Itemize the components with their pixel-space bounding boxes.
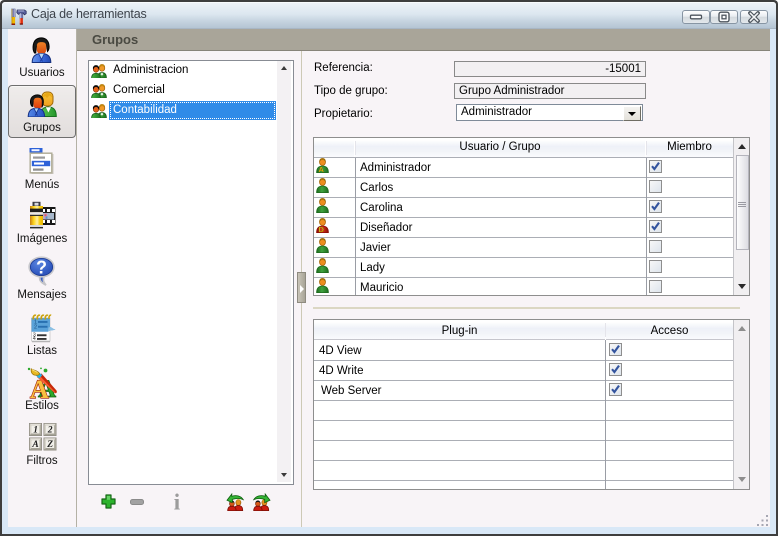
svg-text:1: 1 <box>33 426 38 436</box>
svg-text:?: ? <box>36 258 47 278</box>
svg-text:A: A <box>31 440 38 450</box>
svg-text:A: A <box>318 165 324 173</box>
svg-text:D: D <box>318 225 324 233</box>
svg-text:2: 2 <box>34 324 37 330</box>
svg-text:Z: Z <box>46 440 53 450</box>
svg-text:2: 2 <box>47 426 53 436</box>
svg-text:i: i <box>174 493 181 511</box>
svg-text:4: 4 <box>33 336 36 342</box>
